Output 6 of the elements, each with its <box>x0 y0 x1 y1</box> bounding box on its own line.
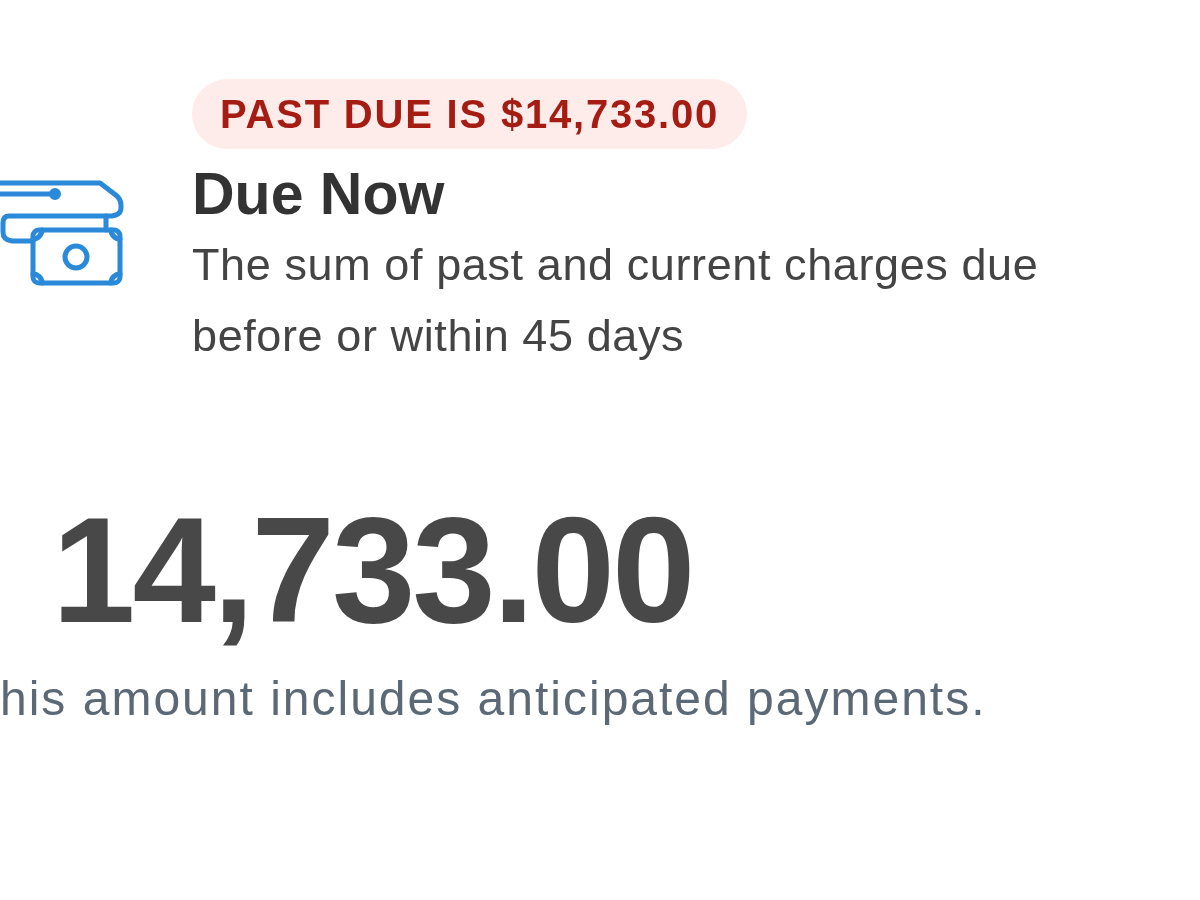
amount-note: his amount includes anticipated payments. <box>0 671 988 727</box>
amount-due: 14,733.00 <box>51 495 694 645</box>
past-due-badge: PAST DUE IS $14,733.00 <box>192 79 748 149</box>
card-and-banknote-icon <box>0 180 124 286</box>
section-title: Due Now <box>192 160 446 229</box>
section-description: The sum of past and current charges due before or within 45 days <box>192 238 1040 363</box>
